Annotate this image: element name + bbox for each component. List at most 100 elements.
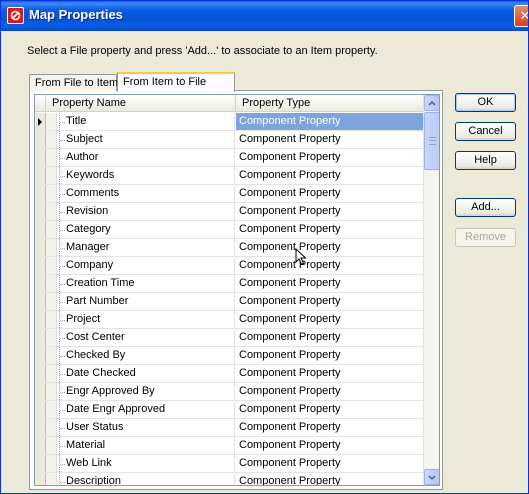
property-name-cell[interactable]: Checked By xyxy=(66,347,235,364)
table-row[interactable]: Category Component Property xyxy=(35,221,424,239)
table-row[interactable]: Project Component Property xyxy=(35,311,424,329)
table-row[interactable]: Date Checked Component Property xyxy=(35,365,424,383)
row-selector[interactable] xyxy=(35,113,46,130)
property-type-cell[interactable]: Component Property xyxy=(236,311,424,328)
property-type-cell[interactable]: Component Property xyxy=(236,293,424,310)
table-row[interactable]: Date Engr Approved Component Property xyxy=(35,401,424,419)
column-header-property-name[interactable]: Property Name xyxy=(46,95,236,112)
close-button[interactable]: ✕ xyxy=(514,5,528,27)
row-selector[interactable] xyxy=(35,239,46,256)
row-selector[interactable] xyxy=(35,347,46,364)
property-type-cell[interactable]: Component Property xyxy=(236,455,424,472)
row-selector[interactable] xyxy=(35,437,46,454)
row-selector[interactable] xyxy=(35,401,46,418)
table-row[interactable]: Manager Component Property xyxy=(35,239,424,257)
table-row[interactable]: Engr Approved By Component Property xyxy=(35,383,424,401)
table-row[interactable]: Web Link Component Property xyxy=(35,455,424,473)
tab-from-item-to-file[interactable]: From Item to File xyxy=(117,72,235,92)
row-selector[interactable] xyxy=(35,131,46,148)
row-selector[interactable] xyxy=(35,365,46,382)
property-type-cell[interactable]: Component Property xyxy=(236,221,424,238)
property-name-cell[interactable]: Date Engr Approved xyxy=(66,401,235,418)
row-selector[interactable] xyxy=(35,149,46,166)
row-selector[interactable] xyxy=(35,275,46,292)
row-selector[interactable] xyxy=(35,257,46,274)
property-name-cell[interactable]: Company xyxy=(66,257,235,274)
property-name-cell[interactable]: Category xyxy=(66,221,235,238)
property-name-cell[interactable]: Subject xyxy=(66,131,235,148)
table-row[interactable]: Author Component Property xyxy=(35,149,424,167)
property-name-cell[interactable]: Engr Approved By xyxy=(66,383,235,400)
table-row[interactable]: Checked By Component Property xyxy=(35,347,424,365)
property-type-cell[interactable]: Component Property xyxy=(236,275,424,292)
help-button[interactable]: Help xyxy=(455,151,516,170)
property-type-cell[interactable]: Component Property xyxy=(236,329,424,346)
property-type-cell[interactable]: Component Property xyxy=(236,257,424,274)
column-header-property-type[interactable]: Property Type xyxy=(236,95,424,112)
table-row[interactable]: Creation Time Component Property xyxy=(35,275,424,293)
cancel-button[interactable]: Cancel xyxy=(455,122,516,141)
tab-from-file-to-item[interactable]: From File to Item xyxy=(29,74,118,91)
property-type-cell[interactable]: Component Property xyxy=(236,167,424,184)
property-type-cell[interactable]: Component Property xyxy=(236,149,424,166)
property-name-cell[interactable]: Creation Time xyxy=(66,275,235,292)
property-grid[interactable]: Property Name Property Type Title Compone… xyxy=(34,94,440,486)
table-row[interactable]: Material Component Property xyxy=(35,437,424,455)
title-bar[interactable]: Map Properties ✕ xyxy=(1,1,528,31)
table-row[interactable]: Revision Component Property xyxy=(35,203,424,221)
property-name-cell[interactable]: Comments xyxy=(66,185,235,202)
vertical-scrollbar[interactable] xyxy=(423,95,439,485)
ok-button[interactable]: OK xyxy=(455,93,516,112)
row-selector[interactable] xyxy=(35,167,46,184)
property-type-cell[interactable]: Component Property xyxy=(236,419,424,436)
property-type-cell[interactable]: Component Property xyxy=(236,365,424,382)
property-name-cell[interactable]: Revision xyxy=(66,203,235,220)
row-selector[interactable] xyxy=(35,185,46,202)
property-name-cell[interactable]: Project xyxy=(66,311,235,328)
table-row[interactable]: Description Component Property xyxy=(35,473,424,485)
table-row[interactable]: Comments Component Property xyxy=(35,185,424,203)
property-type-cell[interactable]: Component Property xyxy=(236,347,424,364)
property-type-cell[interactable]: Component Property xyxy=(236,113,424,130)
property-type-cell[interactable]: Component Property xyxy=(236,437,424,454)
property-name-cell[interactable]: User Status xyxy=(66,419,235,436)
table-row[interactable]: Keywords Component Property xyxy=(35,167,424,185)
row-selector[interactable] xyxy=(35,455,46,472)
table-row[interactable]: User Status Component Property xyxy=(35,419,424,437)
row-selector[interactable] xyxy=(35,473,46,485)
scroll-thumb[interactable] xyxy=(424,112,439,170)
property-type-cell[interactable]: Component Property xyxy=(236,401,424,418)
table-row[interactable]: Part Number Component Property xyxy=(35,293,424,311)
property-type-cell[interactable]: Component Property xyxy=(236,383,424,400)
row-selector[interactable] xyxy=(35,419,46,436)
property-name-cell[interactable]: Material xyxy=(66,437,235,454)
property-name-cell[interactable]: Date Checked xyxy=(66,365,235,382)
row-selector[interactable] xyxy=(35,293,46,310)
property-name-cell[interactable]: Part Number xyxy=(66,293,235,310)
property-name-cell[interactable]: Author xyxy=(66,149,235,166)
property-type-cell[interactable]: Component Property xyxy=(236,185,424,202)
property-type-cell[interactable]: Component Property xyxy=(236,473,424,485)
property-type-cell[interactable]: Component Property xyxy=(236,239,424,256)
row-indent xyxy=(46,329,57,346)
property-name-cell[interactable]: Description xyxy=(66,473,235,485)
row-selector[interactable] xyxy=(35,221,46,238)
property-type-cell[interactable]: Component Property xyxy=(236,131,424,148)
property-name-cell[interactable]: Keywords xyxy=(66,167,235,184)
property-name-cell[interactable]: Web Link xyxy=(66,455,235,472)
table-row[interactable]: Cost Center Component Property xyxy=(35,329,424,347)
table-row[interactable]: Subject Component Property xyxy=(35,131,424,149)
add-button[interactable]: Add... xyxy=(455,198,516,217)
scroll-down-button[interactable] xyxy=(424,469,439,485)
row-selector[interactable] xyxy=(35,329,46,346)
table-row[interactable]: Title Component Property xyxy=(35,113,424,131)
property-type-cell[interactable]: Component Property xyxy=(236,203,424,220)
property-name-cell[interactable]: Manager xyxy=(66,239,235,256)
property-name-cell[interactable]: Cost Center xyxy=(66,329,235,346)
row-selector[interactable] xyxy=(35,383,46,400)
row-selector[interactable] xyxy=(35,203,46,220)
scroll-up-button[interactable] xyxy=(424,95,439,111)
table-row[interactable]: Company Component Property xyxy=(35,257,424,275)
property-name-cell[interactable]: Title xyxy=(66,113,235,130)
row-selector[interactable] xyxy=(35,311,46,328)
